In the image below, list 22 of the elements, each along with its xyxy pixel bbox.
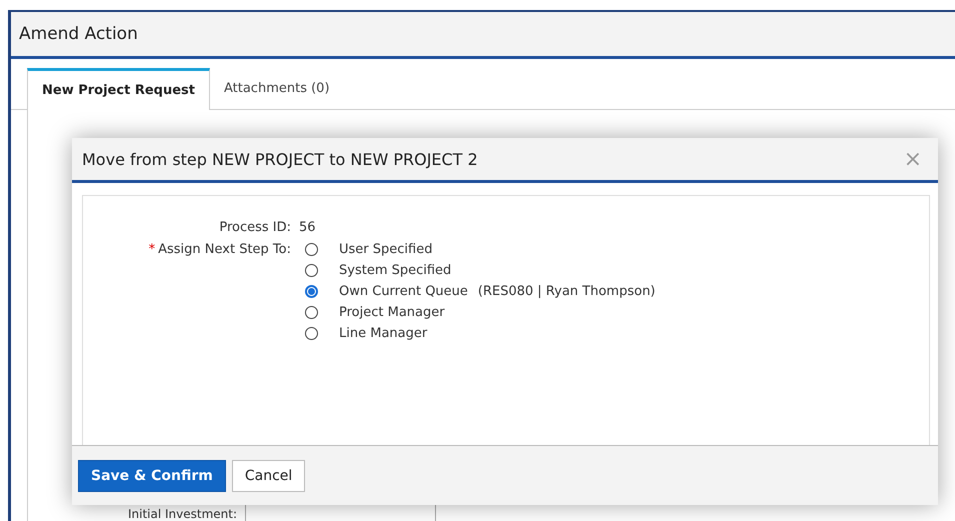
option-label[interactable]: User Specified [339, 242, 432, 257]
radio-button[interactable] [305, 327, 318, 340]
window-title: Amend Action [19, 24, 138, 44]
tab[interactable]: New Project Request [27, 68, 210, 110]
option-label[interactable]: Project Manager [339, 305, 445, 320]
field-label: Process ID: [218, 220, 291, 235]
cancel-button[interactable]: Cancel [232, 460, 306, 492]
dialog-title: Move from step NEW PROJECT to NEW PROJECT 2 [82, 150, 478, 168]
field-label: Assign Next Step To: [158, 242, 291, 259]
radio-button[interactable] [305, 285, 318, 298]
required-mark: * [148, 242, 156, 259]
option-label[interactable]: Line Manager [339, 326, 428, 341]
option-detail: (RES080 | Ryan Thompson) [478, 284, 656, 299]
tab[interactable]: Attachments (0) [210, 68, 344, 109]
option-label[interactable]: Own Current Queue [339, 284, 468, 299]
radio-button[interactable] [305, 306, 318, 319]
field-label: Initial Investment: [128, 507, 238, 521]
radio-button[interactable] [305, 243, 318, 256]
option-label[interactable]: System Specified [339, 263, 452, 278]
process-id-value: 56 [299, 220, 317, 235]
radio-button[interactable] [305, 264, 318, 277]
save-button[interactable]: Save & Confirm [78, 460, 226, 492]
